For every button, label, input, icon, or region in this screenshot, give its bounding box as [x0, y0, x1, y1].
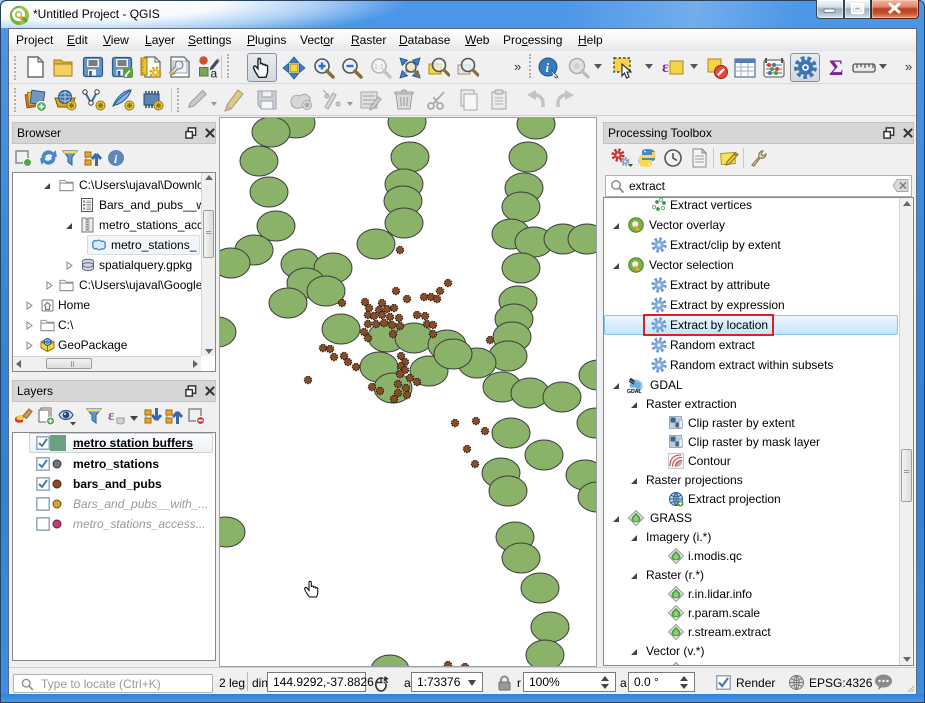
svg-text:i: i — [546, 60, 550, 75]
svg-text:a: a — [211, 67, 218, 79]
svg-text:Σ: Σ — [829, 56, 843, 78]
svg-text:ε: ε — [108, 408, 115, 424]
svg-text:ε: ε — [662, 59, 669, 76]
svg-text:1:1: 1:1 — [374, 64, 384, 71]
